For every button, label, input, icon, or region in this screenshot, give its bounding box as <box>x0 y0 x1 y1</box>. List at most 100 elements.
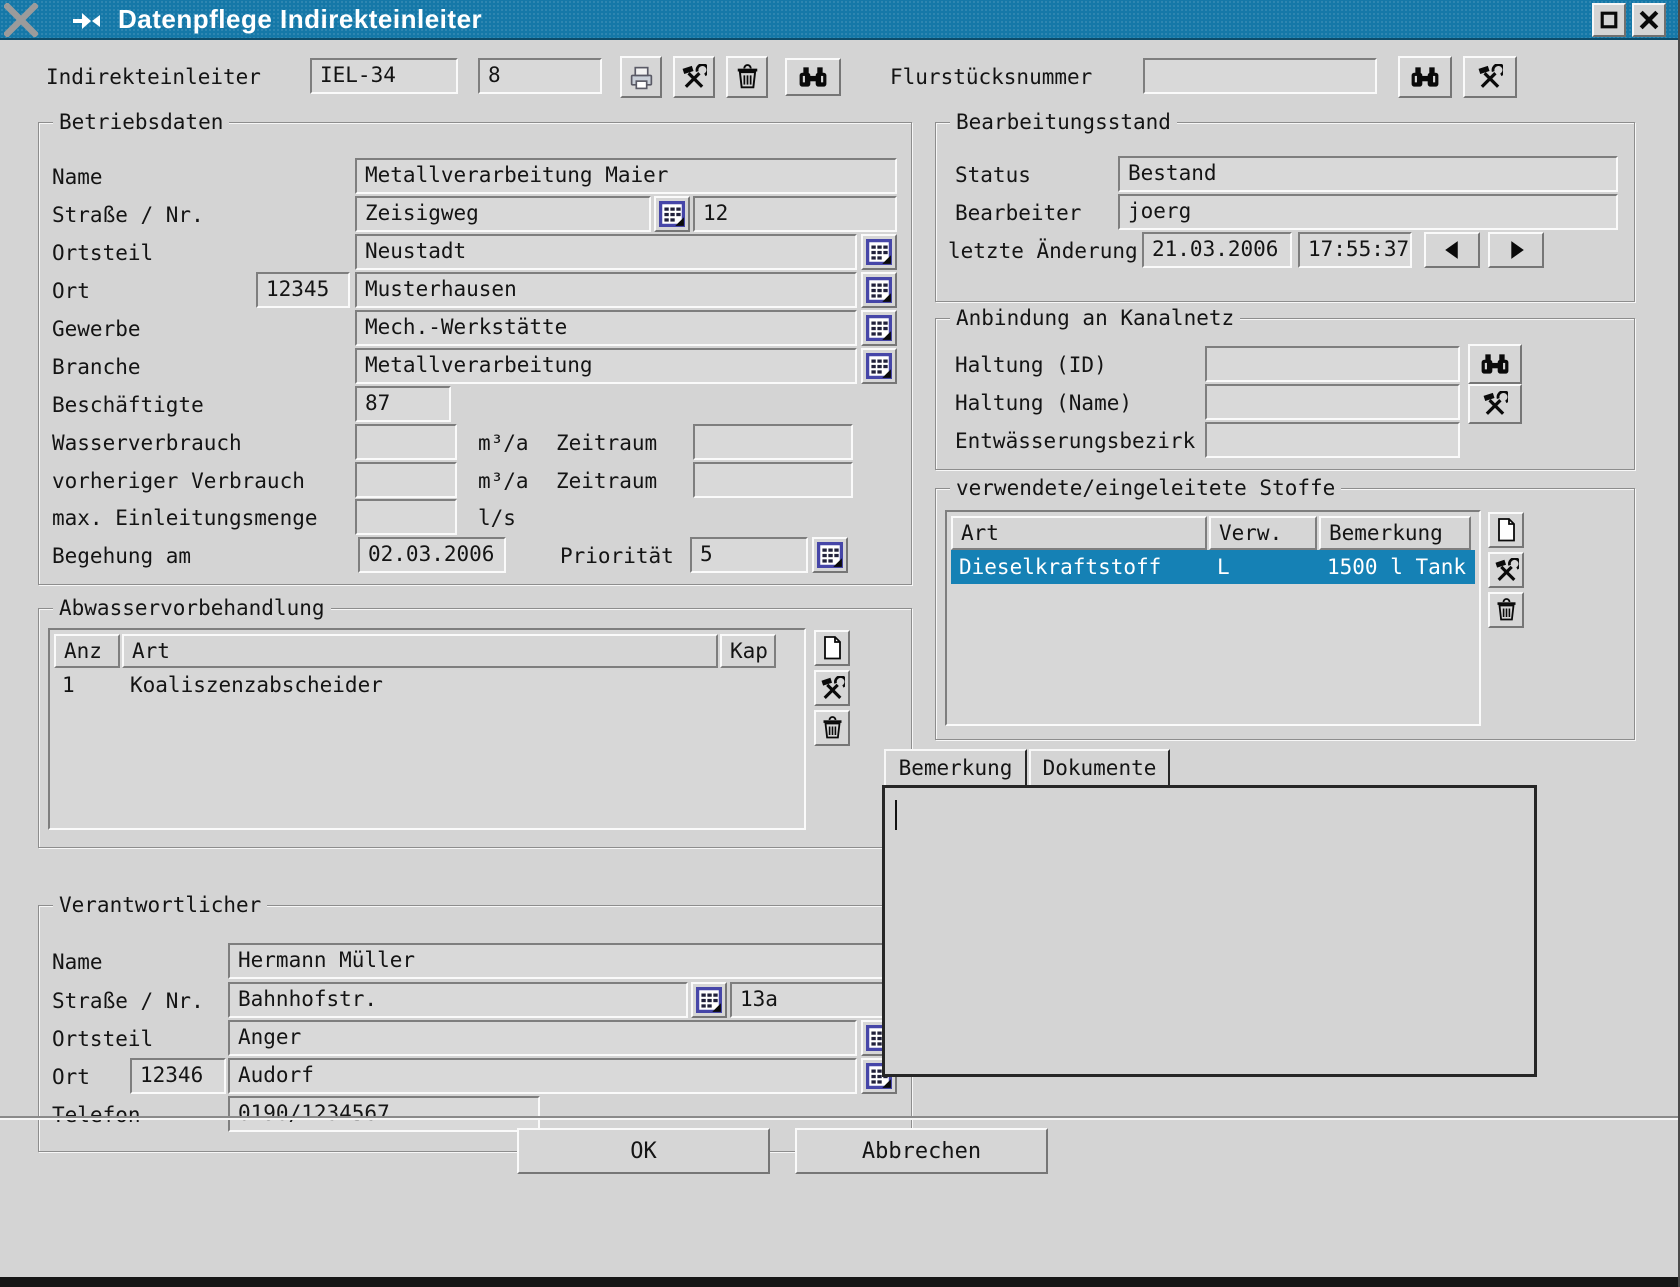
name-field[interactable]: Metallverarbeitung Maier <box>355 158 897 194</box>
entwaesserungsbezirk-label: Entwässerungsbezirk <box>955 428 1195 454</box>
haltung-id-field[interactable] <box>1205 346 1460 382</box>
verantwortlicher-strasse-label: Straße / Nr. <box>52 988 204 1014</box>
telefon-field[interactable]: 0190/1234567 <box>228 1096 540 1132</box>
tools-icon <box>1477 64 1503 90</box>
tools-icon <box>1482 391 1508 417</box>
ortsteil-field[interactable]: Neustadt <box>355 234 857 270</box>
haltung-name-field[interactable] <box>1205 384 1460 420</box>
bearbeiter-field[interactable]: joerg <box>1118 194 1618 230</box>
stoffe-edit-button[interactable] <box>1488 552 1524 588</box>
status-field[interactable]: Bestand <box>1118 156 1618 192</box>
m3a-unit-label: m³/a <box>478 468 529 494</box>
haltung-search-button[interactable] <box>1468 344 1522 384</box>
haltung-tools-button[interactable] <box>1468 384 1522 424</box>
kanalnetz-legend: Anbindung an Kanalnetz <box>950 305 1240 331</box>
binoculars-icon <box>1480 353 1510 375</box>
prioritaet-picker-button[interactable] <box>812 537 848 573</box>
title-bar[interactable]: Datenpflege Indirekteinleiter <box>0 0 1680 40</box>
abwasser-table[interactable]: Anz Art Kap 1 Koaliszenzabscheider <box>48 628 806 830</box>
close-icon <box>1637 8 1661 32</box>
verantwortlicher-strasse-field[interactable]: Bahnhofstr. <box>228 982 688 1018</box>
verantwortlicher-strasse-picker-button[interactable] <box>691 982 727 1018</box>
history-prev-button[interactable] <box>1424 232 1480 268</box>
print-button[interactable] <box>620 56 662 98</box>
ortsteil-label: Ortsteil <box>52 240 153 266</box>
verantwortlicher-hausnr-field[interactable]: 13a <box>730 982 896 1018</box>
printer-icon <box>628 64 655 91</box>
ort-picker-button[interactable] <box>861 272 897 308</box>
aenderung-zeit-field[interactable]: 17:55:37 <box>1298 232 1412 268</box>
abwasser-cell-art: Koaliszenzabscheider <box>122 668 720 702</box>
window-title: Datenpflege Indirekteinleiter <box>118 4 482 35</box>
verantwortlicher-ortsteil-field[interactable]: Anger <box>228 1020 857 1056</box>
tab-dokumente[interactable]: Dokumente <box>1029 749 1170 785</box>
plz-field[interactable]: 12345 <box>256 272 350 308</box>
max-einleitungsmenge-field[interactable] <box>355 499 457 535</box>
hausnr-field[interactable]: 12 <box>693 196 897 232</box>
abwasser-cell-anz: 1 <box>54 668 122 702</box>
strasse-field[interactable]: Zeisigweg <box>355 196 651 232</box>
stoffe-table[interactable]: Art Verw. Bemerkung Dieselkraftstoff L 1… <box>945 510 1481 726</box>
zeitraum1-field[interactable] <box>693 424 853 460</box>
tab-bemerkung[interactable]: Bemerkung <box>884 749 1027 785</box>
search-indirekteinleiter-button[interactable] <box>785 58 841 96</box>
stoffe-table-header[interactable]: Art Verw. Bemerkung <box>951 516 1475 550</box>
stoffe-header-art[interactable]: Art <box>951 516 1207 550</box>
wasserverbrauch-field[interactable] <box>355 424 457 460</box>
indirekteinleiter-number-field[interactable]: 8 <box>478 58 602 94</box>
ort-field[interactable]: Musterhausen <box>355 272 857 308</box>
stoffe-header-bemerkung[interactable]: Bemerkung <box>1319 516 1471 550</box>
search-flurstueck-button[interactable] <box>1398 56 1452 98</box>
history-next-button[interactable] <box>1488 232 1544 268</box>
flurstueck-tools-button[interactable] <box>1463 56 1517 98</box>
maximize-button[interactable] <box>1592 3 1626 37</box>
table-grid-icon <box>866 315 892 341</box>
wasserverbrauch-label: Wasserverbrauch <box>52 430 242 456</box>
abwasser-delete-button[interactable] <box>814 710 850 746</box>
branche-field[interactable]: Metallverarbeitung <box>355 348 857 384</box>
table-grid-icon <box>866 353 892 379</box>
table-grid-icon <box>817 542 843 568</box>
ls-unit-label: l/s <box>478 505 516 531</box>
zeitraum2-field[interactable] <box>693 462 853 498</box>
abwasser-header-anz[interactable]: Anz <box>54 634 120 668</box>
ortsteil-picker-button[interactable] <box>861 234 897 270</box>
stoffe-table-row-selected[interactable]: Dieselkraftstoff L 1500 l Tank <box>951 550 1475 584</box>
indirekteinleiter-label: Indirekteinleiter <box>46 64 261 90</box>
cancel-button[interactable]: Abbrechen <box>795 1128 1048 1174</box>
begehung-field[interactable]: 02.03.2006 <box>358 537 506 573</box>
strasse-picker-button[interactable] <box>654 196 690 232</box>
verantwortlicher-plz-field[interactable]: 12346 <box>130 1058 226 1094</box>
abwasser-table-header[interactable]: Anz Art Kap <box>54 634 800 668</box>
zeitraum1-label: Zeitraum <box>556 430 657 456</box>
verantwortlicher-ort-field[interactable]: Audorf <box>228 1058 857 1094</box>
gewerbe-field[interactable]: Mech.-Werkstätte <box>355 310 857 346</box>
edit-tools-button[interactable] <box>673 56 715 98</box>
stoffe-delete-button[interactable] <box>1488 592 1524 628</box>
stoffe-new-button[interactable] <box>1488 512 1524 548</box>
stoffe-header-verw[interactable]: Verw. <box>1209 516 1317 550</box>
beschaeftigte-field[interactable]: 87 <box>355 386 451 422</box>
new-document-icon <box>821 635 844 661</box>
vorheriger-verbrauch-field[interactable] <box>355 462 457 498</box>
abwasser-edit-button[interactable] <box>814 670 850 706</box>
prioritaet-field[interactable]: 5 <box>690 537 808 573</box>
ok-button[interactable]: OK <box>517 1128 770 1174</box>
entwaesserungsbezirk-field[interactable] <box>1205 422 1460 458</box>
abwasser-header-kap[interactable]: Kap <box>720 634 776 668</box>
indirekteinleiter-id-field[interactable]: IEL-34 <box>310 58 458 94</box>
aenderung-datum-field[interactable]: 21.03.2006 <box>1142 232 1292 268</box>
verantwortlicher-name-field[interactable]: Hermann Müller <box>228 943 896 979</box>
gewerbe-picker-button[interactable] <box>861 310 897 346</box>
new-document-icon <box>1495 517 1518 543</box>
abwasser-table-row[interactable]: 1 Koaliszenzabscheider <box>54 668 800 702</box>
abwasser-new-button[interactable] <box>814 630 850 666</box>
abwasser-header-art[interactable]: Art <box>122 634 718 668</box>
bemerkung-textarea[interactable] <box>882 785 1537 1077</box>
flurstuecksnummer-field[interactable] <box>1143 58 1377 94</box>
telefon-label: Telefon <box>52 1102 141 1128</box>
close-button[interactable] <box>1632 3 1666 37</box>
prioritaet-label: Priorität <box>560 543 674 569</box>
branche-picker-button[interactable] <box>861 348 897 384</box>
delete-button[interactable] <box>726 56 768 98</box>
